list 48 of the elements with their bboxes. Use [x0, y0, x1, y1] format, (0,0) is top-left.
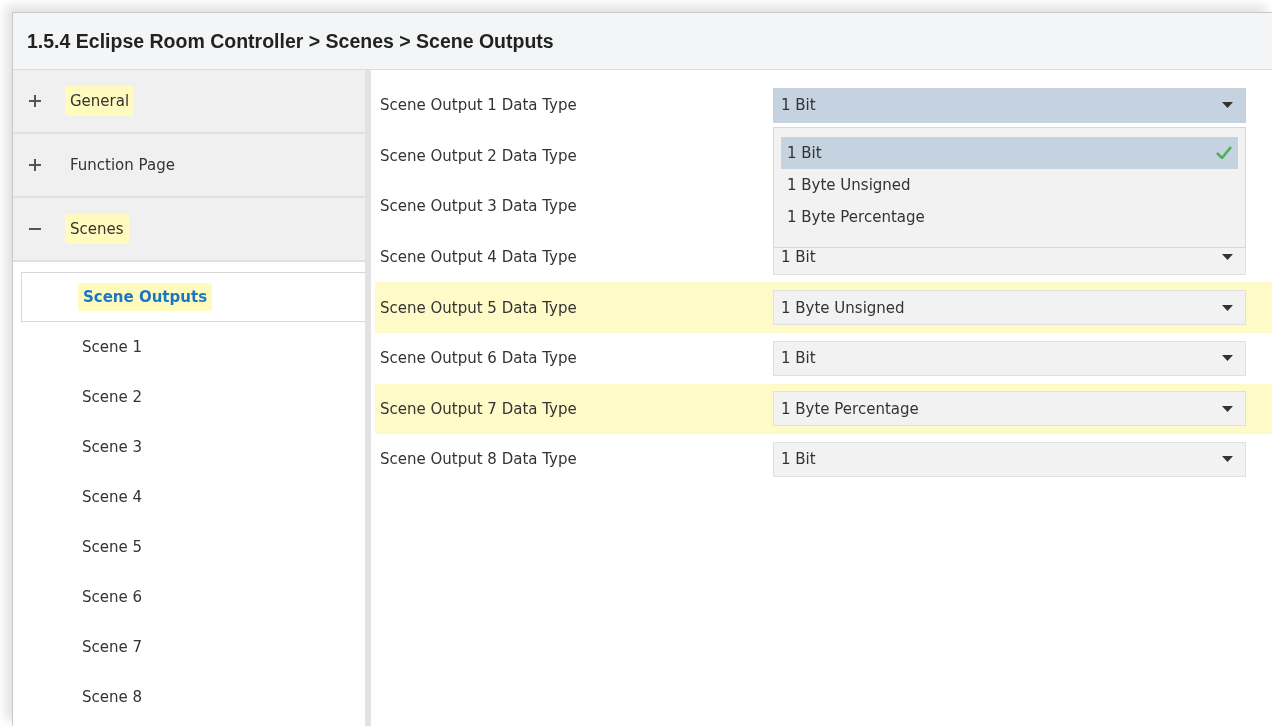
group-label: Function Page [69, 155, 176, 176]
dropdown-field[interactable]: 1 Byte Percentage [773, 391, 1246, 427]
window-title: 1.5.4 Eclipse Room Controller > Scenes > Scene Outputs [27, 29, 554, 53]
group-label: Scenes [65, 214, 129, 244]
sidebar-item[interactable]: Scene 5 [21, 522, 365, 572]
sidebar-group[interactable]: Scenes [13, 198, 365, 262]
item-label: Scene Outputs [78, 283, 213, 311]
dropdown-field[interactable]: 1 Bit [773, 87, 1246, 123]
sidebar-item[interactable]: Scene 1 [21, 322, 365, 372]
dropdown-field[interactable]: 1 Byte Unsigned [773, 290, 1246, 326]
sidebar-item[interactable]: Scene 2 [21, 372, 365, 422]
sidebar-group[interactable]: Function Page [13, 134, 365, 198]
parameter-label: Scene Output 2 Data Type [380, 146, 578, 165]
check-icon [1216, 146, 1232, 160]
sidebar-item[interactable]: Scene Outputs [21, 272, 365, 322]
caret-icon [1222, 405, 1233, 412]
sidebar-item[interactable]: Scene 6 [21, 572, 365, 622]
item-label: Scene 7 [81, 637, 144, 658]
dropdown-field[interactable]: 1 Bit [773, 340, 1246, 376]
caret-icon [1222, 102, 1233, 109]
caret-icon [1222, 456, 1233, 463]
parameter-label: Scene Output 8 Data Type [380, 450, 578, 469]
item-label: Scene 5 [81, 537, 144, 558]
item-label: Scene 8 [81, 687, 144, 708]
caret-icon [1222, 304, 1233, 311]
sidebar-item[interactable]: Scene 3 [21, 422, 365, 472]
item-label: Scene 2 [81, 387, 144, 408]
parameter-label: Scene Output 7 Data Type [380, 399, 578, 418]
parameter-label: Scene Output 4 Data Type [380, 248, 578, 267]
parameter-label: Scene Output 5 Data Type [380, 298, 578, 317]
menu-option[interactable]: 1 Byte Percentage [781, 200, 1238, 233]
parameter-label: Scene Output 3 Data Type [380, 197, 578, 216]
item-label: Scene 3 [81, 437, 144, 458]
sidebar-item[interactable]: Scene 4 [21, 472, 365, 522]
sidebar-item[interactable]: Scene 8 [21, 672, 365, 722]
item-label: Scene 1 [81, 337, 144, 358]
group-label: General [65, 86, 135, 116]
dropdown-field[interactable]: 1 Bit [773, 441, 1246, 477]
item-label: Scene 4 [81, 487, 144, 508]
caret-icon [1222, 254, 1233, 261]
sidebar-item[interactable]: Scene 7 [21, 622, 365, 672]
item-label: Scene 6 [81, 587, 144, 608]
menu-option[interactable]: 1 Byte Unsigned [781, 168, 1238, 201]
caret-icon [1222, 355, 1233, 362]
menu-option[interactable]: 1 Bit [781, 136, 1238, 169]
parameter-label: Scene Output 6 Data Type [380, 349, 578, 368]
parameter-label: Scene Output 1 Data Type [380, 96, 578, 115]
sidebar-group[interactable]: General [13, 70, 365, 134]
